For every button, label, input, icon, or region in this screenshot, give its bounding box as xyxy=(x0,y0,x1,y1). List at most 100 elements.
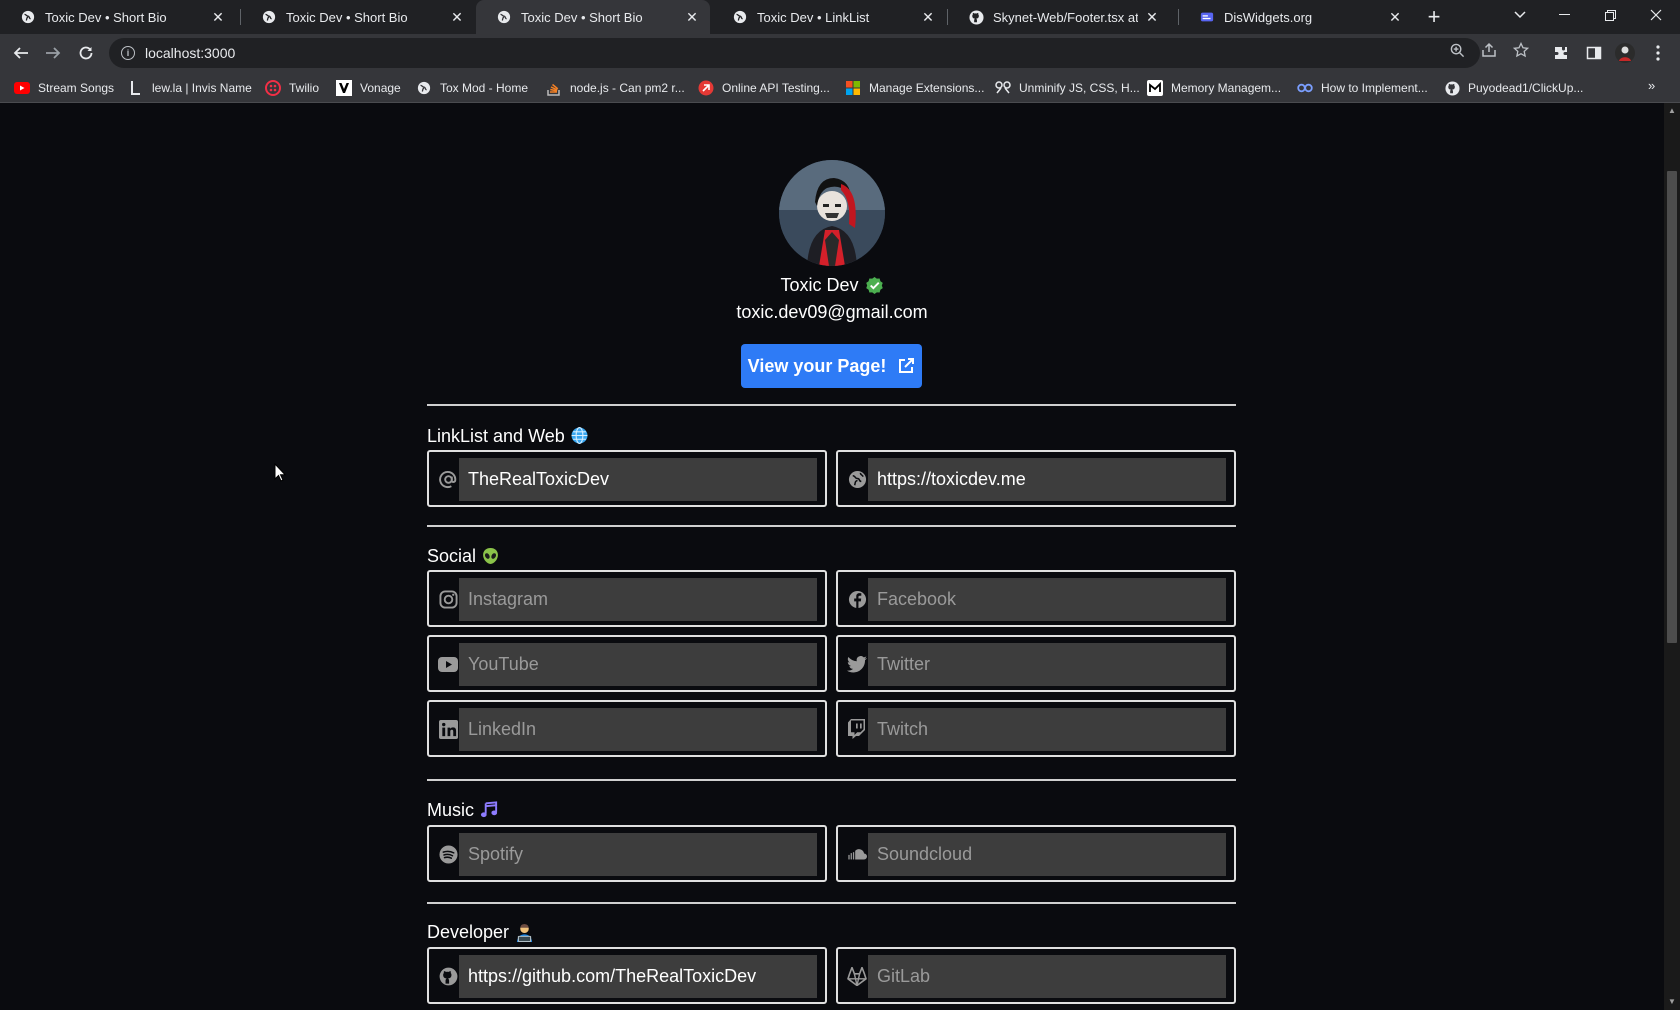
twitch-field xyxy=(836,700,1236,757)
linkedin-icon xyxy=(438,719,458,739)
twitter-input[interactable] xyxy=(868,643,1226,686)
forward-arrow-icon[interactable] xyxy=(41,41,65,65)
section-title-music: Music xyxy=(427,800,499,821)
kebab-menu-icon[interactable] xyxy=(1646,41,1670,65)
bookmark-item[interactable]: Puyodead1/ClickUp... xyxy=(1444,78,1583,98)
music-note-emoji-icon xyxy=(480,801,499,820)
info-icon[interactable]: i xyxy=(121,46,135,60)
globe-emoji-icon xyxy=(571,427,590,446)
bookmark-item[interactable]: Manage Extensions... xyxy=(845,78,984,98)
new-tab-button[interactable]: + xyxy=(1422,4,1446,29)
tab-title: Toxic Dev • Short Bio xyxy=(286,9,408,25)
bookmarks-bar: Stream Songs lew.la | Invis Name Twilio … xyxy=(0,72,1680,103)
address-url: localhost:3000 xyxy=(145,45,236,61)
profile-email: toxic.dev09@gmail.com xyxy=(736,302,928,322)
section-divider xyxy=(427,525,1236,527)
avatar xyxy=(779,160,885,266)
bookmark-item[interactable]: Vonage xyxy=(336,78,401,98)
bookmark-item[interactable]: lew.la | Invis Name xyxy=(128,78,252,98)
bookmark-item[interactable]: Unminify JS, CSS, H... xyxy=(995,78,1140,98)
linkedin-input[interactable] xyxy=(459,708,817,751)
bookmark-item[interactable]: Twilio xyxy=(265,78,319,98)
reload-icon[interactable] xyxy=(74,41,98,65)
view-page-button[interactable]: View your Page! xyxy=(741,344,922,388)
close-icon[interactable]: ✕ xyxy=(449,9,465,25)
minimize-icon[interactable] xyxy=(1541,0,1587,30)
vonage-icon xyxy=(336,80,352,96)
close-icon[interactable]: ✕ xyxy=(684,9,700,25)
website-input[interactable] xyxy=(868,458,1226,501)
spotify-input[interactable] xyxy=(459,833,817,876)
bookmark-item[interactable]: Stream Songs xyxy=(14,78,114,98)
extensions-puzzle-icon[interactable] xyxy=(1549,41,1573,65)
close-icon[interactable]: ✕ xyxy=(920,9,936,25)
back-arrow-icon[interactable] xyxy=(9,41,33,65)
close-window-icon[interactable] xyxy=(1633,0,1679,30)
bookmark-item[interactable]: node.js - Can pm2 r... xyxy=(546,78,685,98)
twitter-field xyxy=(836,635,1236,692)
page-viewport: Toxic Dev toxic.dev09@gmail.com View you… xyxy=(0,103,1664,1010)
youtube-input[interactable] xyxy=(459,643,817,686)
close-icon[interactable]: ✕ xyxy=(1387,9,1403,25)
globe-icon xyxy=(416,80,432,96)
external-link-icon xyxy=(897,357,915,375)
twitch-icon xyxy=(847,719,867,739)
facebook-input[interactable] xyxy=(868,578,1226,621)
tab-1[interactable]: Toxic Dev • Short Bio ✕ xyxy=(0,0,236,34)
codegrepper-icon xyxy=(1297,80,1313,96)
twitch-input[interactable] xyxy=(868,708,1226,751)
tab-title: Skynet-Web/Footer.tsx at maste xyxy=(993,9,1138,25)
youtube-icon xyxy=(438,654,458,674)
github-field xyxy=(427,947,827,1004)
scrollbar-thumb[interactable] xyxy=(1667,171,1677,643)
close-icon[interactable]: ✕ xyxy=(210,9,226,25)
bookmark-star-icon[interactable] xyxy=(1512,41,1530,59)
github-icon xyxy=(1444,80,1460,96)
bookmark-item[interactable]: Memory Managem... xyxy=(1147,78,1281,98)
scroll-up-arrow-icon[interactable]: ▲ xyxy=(1667,105,1677,115)
share-icon[interactable] xyxy=(1480,41,1498,59)
bookmark-label: Online API Testing... xyxy=(722,81,830,95)
section-title-text: LinkList and Web xyxy=(427,426,565,446)
section-title-text: Music xyxy=(427,800,475,820)
tab-5[interactable]: Skynet-Web/Footer.tsx at maste ✕ xyxy=(948,0,1170,34)
globe-icon xyxy=(261,9,277,25)
tab-2[interactable]: Toxic Dev • Short Bio ✕ xyxy=(241,0,475,34)
bookmark-label: Vonage xyxy=(360,81,401,95)
section-title-linklist: LinkList and Web xyxy=(427,426,590,447)
bookmarks-overflow-icon[interactable]: » xyxy=(1648,78,1655,93)
section-divider xyxy=(427,902,1236,904)
address-bar[interactable]: i localhost:3000 xyxy=(109,38,1480,68)
facebook-field xyxy=(836,570,1236,627)
linkedin-field xyxy=(427,700,827,757)
side-panel-icon[interactable] xyxy=(1582,41,1606,65)
linklist-username-input[interactable] xyxy=(459,458,817,501)
restore-icon[interactable] xyxy=(1587,0,1633,30)
profile-avatar-icon[interactable] xyxy=(1613,41,1637,65)
bookmark-label: Manage Extensions... xyxy=(869,81,985,95)
soundcloud-input[interactable] xyxy=(868,833,1226,876)
spotify-field xyxy=(427,825,827,882)
instagram-input[interactable] xyxy=(459,578,817,621)
zoom-icon[interactable] xyxy=(1448,41,1466,59)
section-title-text: Developer xyxy=(427,922,510,942)
bookmark-label: node.js - Can pm2 r... xyxy=(570,81,685,95)
tab-6[interactable]: DisWidgets.org ✕ xyxy=(1179,0,1413,34)
tab-title: DisWidgets.org xyxy=(1224,9,1313,25)
bookmark-item[interactable]: Tox Mod - Home xyxy=(416,78,528,98)
bookmark-item[interactable]: Online API Testing... xyxy=(698,78,830,98)
bookmark-item[interactable]: How to Implement... xyxy=(1297,78,1428,98)
page-scrollbar[interactable]: ▲ ▼ xyxy=(1664,103,1680,1010)
scroll-down-arrow-icon[interactable]: ▼ xyxy=(1667,996,1677,1006)
github-input[interactable] xyxy=(459,955,817,998)
close-icon[interactable]: ✕ xyxy=(1144,9,1160,25)
lewla-icon xyxy=(128,80,144,96)
tab-search-icon[interactable] xyxy=(1497,0,1543,30)
bookmark-label: Stream Songs xyxy=(38,81,115,95)
tab-3-active[interactable]: Toxic Dev • Short Bio ✕ xyxy=(476,0,710,34)
verified-badge-icon xyxy=(865,276,884,295)
website-field xyxy=(836,450,1236,507)
tab-4[interactable]: Toxic Dev • LinkList ✕ xyxy=(712,0,946,34)
globe-icon xyxy=(496,9,512,25)
gitlab-input[interactable] xyxy=(868,955,1226,998)
